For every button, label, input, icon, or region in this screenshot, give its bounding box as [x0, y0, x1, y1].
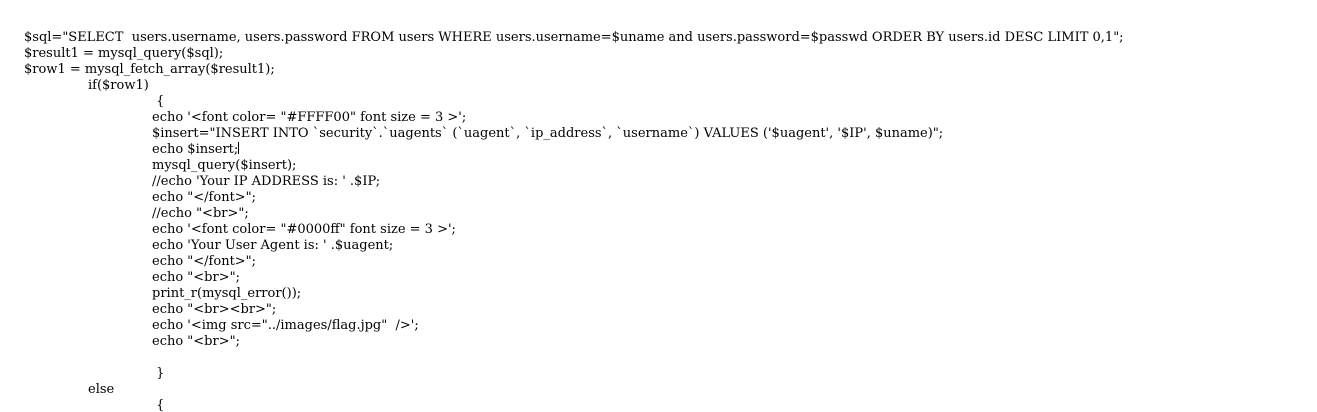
- code-line-print-error: print_r(mysql_error());: [152, 286, 302, 301]
- code-line-echo-insert-text: echo $insert;: [152, 142, 239, 157]
- code-viewer[interactable]: $sql="SELECT users.username, users.passw…: [0, 0, 1317, 412]
- code-line-echo-user-agent: echo 'Your User Agent is: ' .$uagent;: [152, 238, 394, 253]
- code-line-echo-br-2: echo "<br>";: [152, 334, 240, 349]
- code-line-close-brace: }: [152, 366, 165, 381]
- code-line-if: if($row1): [88, 78, 149, 93]
- code-line-echo-font-yellow: echo '<font color= "#FFFF00" font size =…: [152, 110, 467, 125]
- code-line-row: $row1 = mysql_fetch_array($result1);: [24, 62, 275, 77]
- code-line-echo-font-close: echo "</font>";: [152, 190, 257, 205]
- code-block: $sql="SELECT users.username, users.passw…: [24, 30, 1124, 412]
- code-line-echo-insert: echo $insert;: [24, 142, 1124, 158]
- code-line-echo-font-close-2: echo "</font>";: [152, 254, 257, 269]
- code-line-comment-br: //echo "<br>";: [152, 206, 249, 221]
- code-line-else: else: [88, 382, 115, 397]
- code-line-mysql-query: mysql_query($insert);: [152, 158, 297, 173]
- code-line-insert: $insert="INSERT INTO `security`.`uagents…: [152, 126, 944, 141]
- code-line-echo-font-blue: echo '<font color= "#0000ff" font size =…: [152, 222, 456, 237]
- code-line-sql: $sql="SELECT users.username, users.passw…: [24, 30, 1124, 45]
- code-line-result: $result1 = mysql_query($sql);: [24, 46, 224, 61]
- code-line-open-brace: {: [152, 94, 165, 109]
- code-line-comment-ip: //echo 'Your IP ADDRESS is: ' .$IP;: [152, 174, 381, 189]
- code-line-echo-br: echo "<br>";: [152, 270, 240, 285]
- code-line-echo-br-br: echo "<br><br>";: [152, 302, 277, 317]
- code-line-open-brace-2: {: [152, 398, 165, 412]
- code-line-echo-img: echo '<img src="../images/flag.jpg" />';: [152, 318, 419, 333]
- text-cursor: [238, 142, 240, 154]
